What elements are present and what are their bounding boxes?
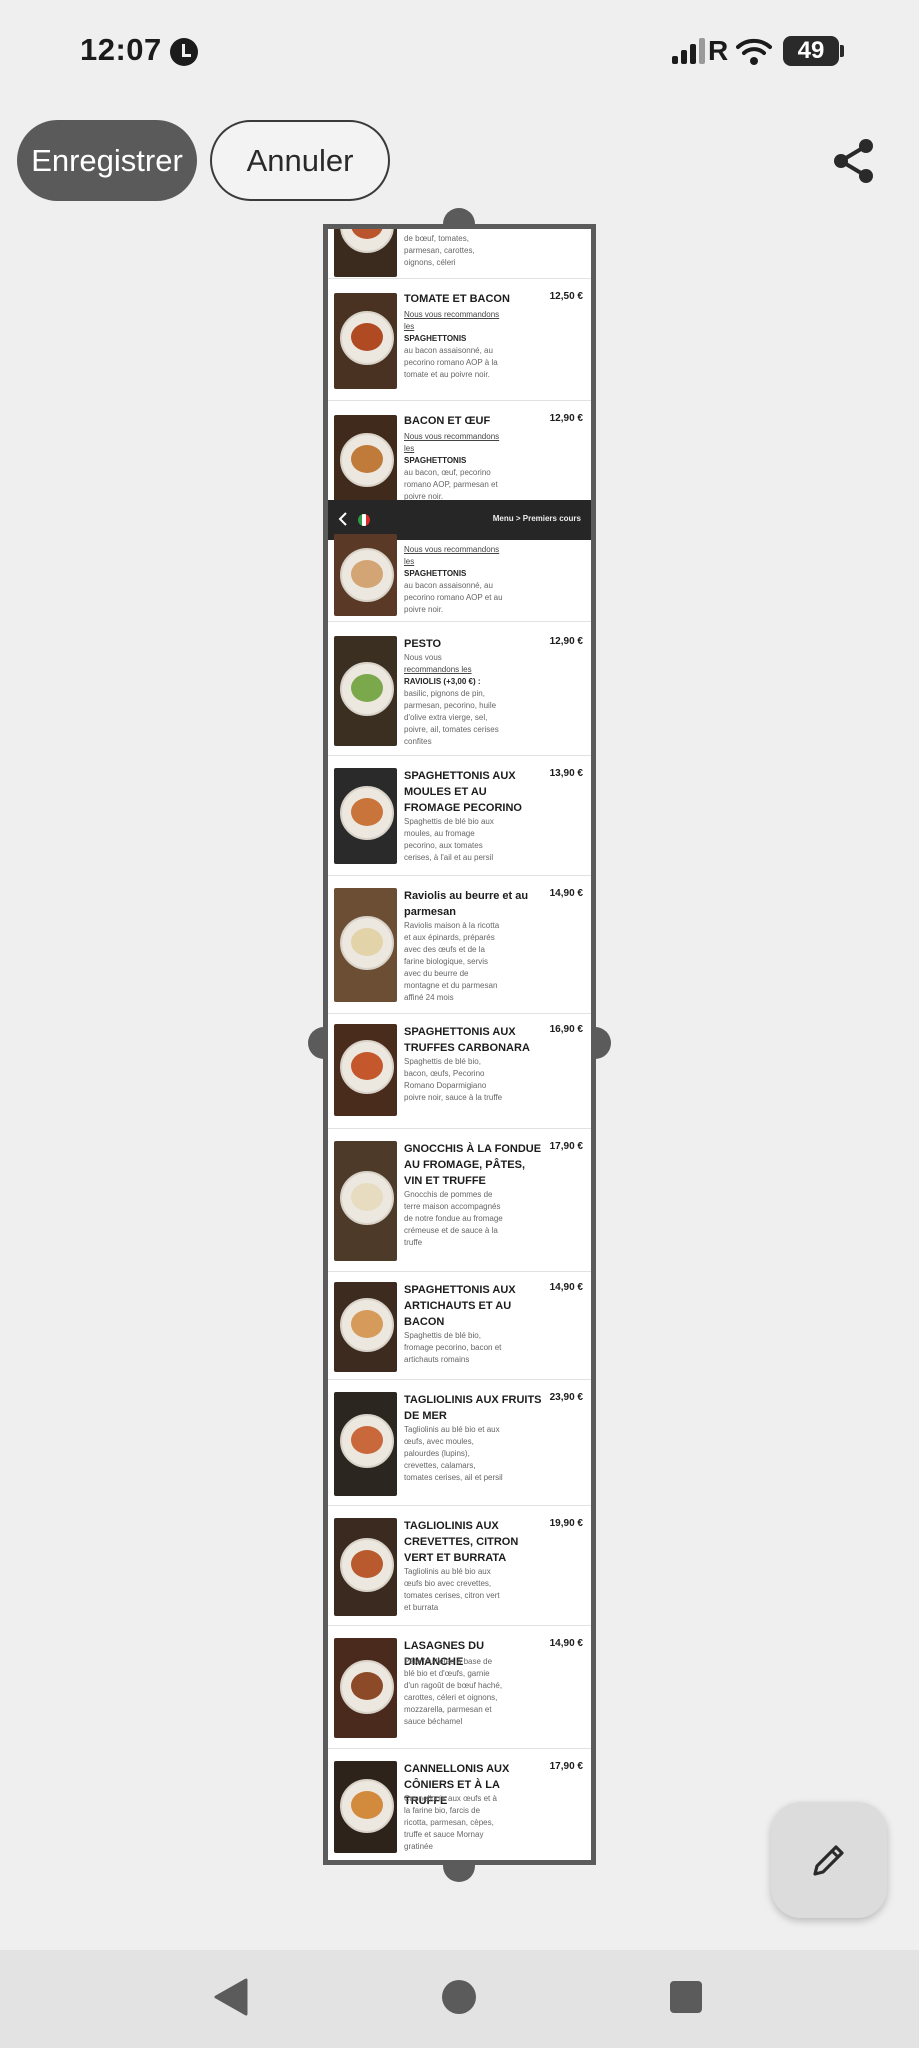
cancel-button[interactable]: Annuler xyxy=(210,120,390,201)
pasta-type: SPAGHETTONIS xyxy=(404,334,467,343)
item-description: Tagliolinis au blé bio et aux œufs, avec… xyxy=(404,1425,503,1482)
item-description: Raviolis maison à la ricotta et aux épin… xyxy=(404,921,500,1002)
roaming-label: R xyxy=(708,35,729,66)
save-button[interactable]: Enregistrer xyxy=(17,120,197,201)
item-price: 19,90 € xyxy=(549,1518,583,1529)
menu-item: TAGLIOLINIS AUX CREVETTES, CITRON VERT E… xyxy=(328,1506,591,1626)
pasta-type: SPAGHETTONIS xyxy=(404,569,467,578)
italy-flag-icon[interactable] xyxy=(358,514,370,526)
item-price: 12,90 € xyxy=(549,636,583,647)
crop-frame[interactable]: de bœuf, tomates, parmesan, carottes, oi… xyxy=(323,224,596,1865)
menu-item: LASAGNES DU DIMANCHE 14,90 € Pâte feuill… xyxy=(328,1626,591,1749)
menu-item: SPAGHETTONIS AUX MOULES ET AU FROMAGE PE… xyxy=(328,756,591,876)
dish-image xyxy=(334,534,397,616)
share-icon[interactable] xyxy=(832,138,876,184)
dish-image xyxy=(334,415,397,511)
item-description: Nous vous recommandons les SPAGHETTONIS … xyxy=(404,432,500,501)
item-description: de bœuf, tomates, parmesan, carottes, oi… xyxy=(404,234,475,267)
menu-item: de bœuf, tomates, parmesan, carottes, oi… xyxy=(328,229,591,279)
menu-item: BACON ET ŒUF 12,90 € Nous vous recommand… xyxy=(328,401,591,511)
item-description: Gnocchis de pommes de terre maison accom… xyxy=(404,1190,503,1247)
item-description: Pâte feuilletée à base de blé bio et d'œ… xyxy=(404,1657,503,1726)
item-name: TAGLIOLINIS AUX FRUITS DE MER xyxy=(404,1394,542,1422)
signal-icon xyxy=(672,38,708,64)
item-price: 23,90 € xyxy=(549,1392,583,1403)
item-name: SPAGHETTONIS AUX MOULES ET AU FROMAGE PE… xyxy=(404,770,522,814)
item-name: TAGLIOLINIS AUX CREVETTES, CITRON VERT E… xyxy=(404,1520,519,1564)
item-description: Tagliolinis au blé bio aux œufs bio avec… xyxy=(404,1567,500,1612)
dish-image xyxy=(334,1282,397,1372)
menu-item: Nous vous recommandons les SPAGHETTONIS … xyxy=(328,534,591,622)
item-name: SPAGHETTONIS AUX ARTICHAUTS ET AU BACON xyxy=(404,1284,516,1328)
item-price: 14,90 € xyxy=(549,888,583,899)
item-price: 17,90 € xyxy=(549,1761,583,1772)
recommend-link[interactable]: Nous vous recommandons les xyxy=(404,545,499,566)
item-price: 13,90 € xyxy=(549,768,583,779)
menu-item: SPAGHETTONIS AUX TRUFFES CARBONARA 16,90… xyxy=(328,1014,591,1129)
item-price: 16,90 € xyxy=(549,1024,583,1035)
dish-image xyxy=(334,1518,397,1616)
item-name: PESTO xyxy=(404,638,442,650)
menu-item: TAGLIOLINIS AUX FRUITS DE MER 23,90 € Ta… xyxy=(328,1380,591,1506)
battery-icon: 49 xyxy=(783,36,844,66)
crop-handle-bottom[interactable] xyxy=(443,1864,475,1882)
item-price: 14,90 € xyxy=(549,1638,583,1649)
wifi-icon xyxy=(736,38,772,65)
item-price: 12,50 € xyxy=(549,291,583,302)
dish-image xyxy=(334,1392,397,1496)
pasta-type: SPAGHETTONIS xyxy=(404,456,467,465)
recommend-link[interactable]: Nous vous recommandons les xyxy=(404,310,499,331)
item-name: GNOCCHIS À LA FONDUE AU FROMAGE, PÂTES, … xyxy=(404,1143,542,1187)
item-description: Spaghettis de blé bio, bacon, œufs, Peco… xyxy=(404,1057,503,1102)
recommend-link[interactable]: recommandons les xyxy=(404,665,472,674)
menu-item: TOMATE ET BACON 12,50 € Nous vous recomm… xyxy=(328,279,591,401)
item-description: Nous vous recommandons les SPAGHETTONIS … xyxy=(404,310,500,379)
dish-image xyxy=(334,768,397,864)
menu-item: SPAGHETTONIS AUX ARTICHAUTS ET AU BACON … xyxy=(328,1272,591,1380)
item-price: 17,90 € xyxy=(549,1141,583,1152)
pencil-icon xyxy=(813,1845,844,1876)
breadcrumb: Menu > Premiers cours xyxy=(492,514,581,523)
status-bar: 12:07 R 49 xyxy=(0,0,919,100)
dish-image xyxy=(334,229,397,277)
nav-home-icon[interactable] xyxy=(442,1980,476,2014)
dish-image xyxy=(334,293,397,389)
dish-image xyxy=(334,1761,397,1853)
nav-recents-icon[interactable] xyxy=(670,1981,702,2013)
dish-image xyxy=(334,1638,397,1738)
menu-item: Raviolis au beurre et au parmesan 14,90 … xyxy=(328,876,591,1014)
dish-image xyxy=(334,888,397,1002)
dish-image xyxy=(334,636,397,746)
item-name: SPAGHETTONIS AUX TRUFFES CARBONARA xyxy=(404,1026,530,1054)
dish-image xyxy=(334,1024,397,1116)
dish-image xyxy=(334,1141,397,1261)
status-time: 12:07 xyxy=(80,32,162,67)
item-description: Spaghettis de blé bio, fromage pecorino,… xyxy=(404,1331,502,1364)
item-description: Nous vous recommandons les RAVIOLIS (+3,… xyxy=(404,653,499,746)
item-name: BACON ET ŒUF xyxy=(404,415,491,427)
menu-item: GNOCCHIS À LA FONDUE AU FROMAGE, PÂTES, … xyxy=(328,1129,591,1272)
item-description: Cannellonis aux œufs et à la farine bio,… xyxy=(404,1794,497,1851)
nav-back-icon[interactable] xyxy=(214,1978,248,2016)
edit-button[interactable] xyxy=(771,1802,887,1918)
item-description: Nous vous recommandons les SPAGHETTONIS … xyxy=(404,545,503,614)
menu-item: PESTO 12,90 € Nous vous recommandons les… xyxy=(328,622,591,756)
menu-item: CANNELLONIS AUX CÔNIERS ET À LA TRUFFE 1… xyxy=(328,1749,591,1860)
recommend-link[interactable]: Nous vous recommandons les xyxy=(404,432,499,453)
item-price: 12,90 € xyxy=(549,413,583,424)
chevron-left-icon[interactable] xyxy=(338,512,348,526)
item-price: 14,90 € xyxy=(549,1282,583,1293)
item-name: TOMATE ET BACON xyxy=(404,293,510,305)
alarm-icon xyxy=(170,38,198,66)
item-name: Raviolis au beurre et au parmesan xyxy=(404,890,529,918)
item-description: Spaghettis de blé bio aux moules, au fro… xyxy=(404,817,494,862)
pasta-type: RAVIOLIS (+3,00 €) : xyxy=(404,677,481,686)
